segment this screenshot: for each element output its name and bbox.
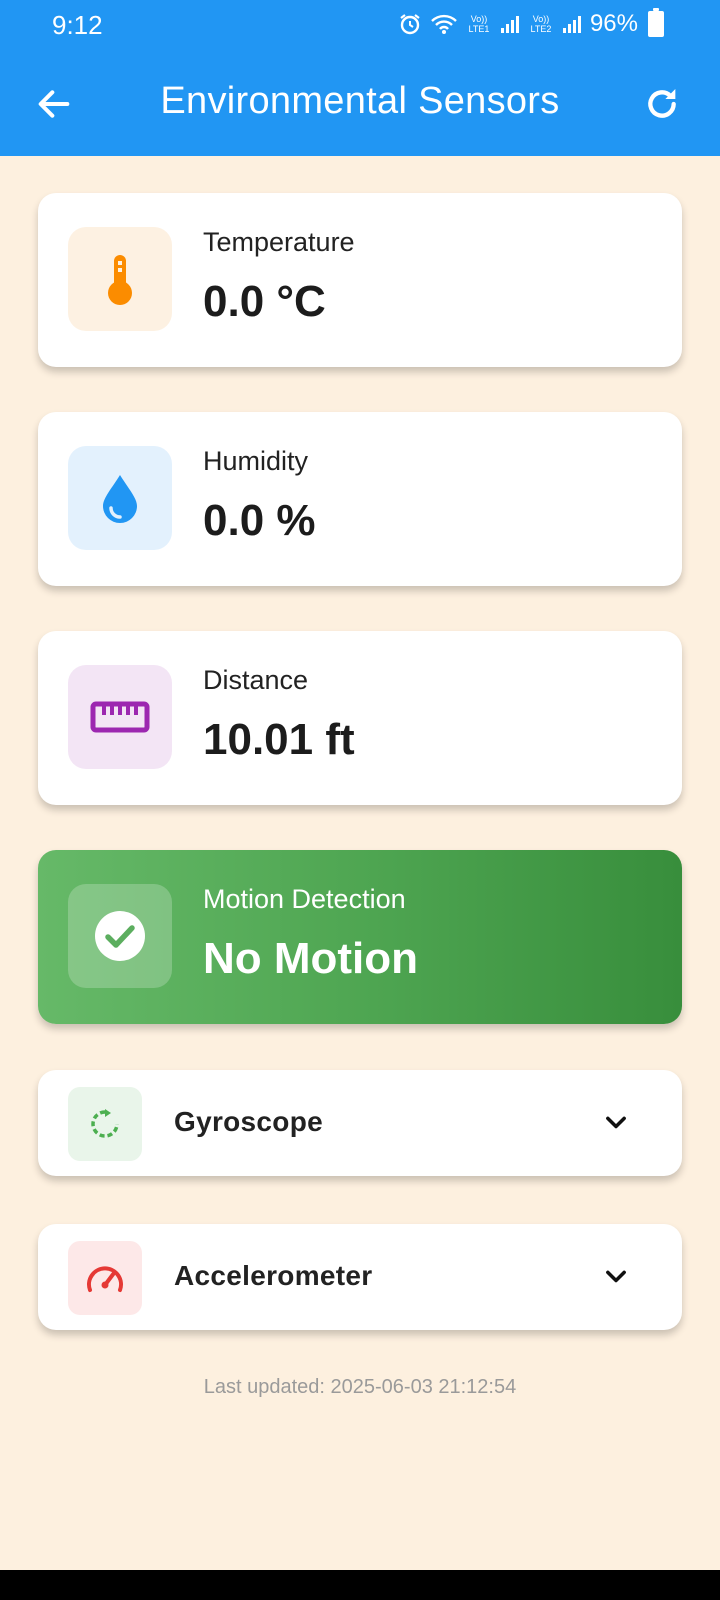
distance-value: 10.01 ft [203, 715, 355, 764]
motion-label: Motion Detection [203, 884, 406, 914]
wifi-icon [431, 14, 457, 34]
accelerometer-icon-tile [68, 1241, 142, 1315]
distance-icon-tile [68, 665, 172, 769]
humidity-value: 0.0 % [203, 496, 316, 545]
temperature-icon-tile [68, 227, 172, 331]
accelerometer-expander[interactable]: Accelerometer [38, 1224, 682, 1330]
chevron-down-icon[interactable] [602, 1109, 630, 1137]
temperature-label: Temperature [203, 227, 355, 257]
status-bar: 9:12 Vo)) LTE1 Vo)) LTE2 96% [0, 0, 720, 52]
motion-card: Motion Detection No Motion [38, 850, 682, 1024]
gyroscope-icon-tile [68, 1087, 142, 1161]
accelerometer-label: Accelerometer [174, 1260, 373, 1291]
rotate-icon [91, 1109, 119, 1138]
refresh-icon[interactable] [642, 84, 682, 124]
status-time: 9:12 [52, 10, 103, 40]
distance-card: Distance 10.01 ft [38, 631, 682, 805]
humidity-icon-tile [68, 446, 172, 550]
last-updated-text: Last updated: 2025-06-03 21:12:54 [203, 1376, 517, 1398]
ruler-icon [90, 701, 150, 733]
gyroscope-expander[interactable]: Gyroscope [38, 1070, 682, 1176]
battery-icon [648, 8, 664, 37]
alarm-icon [400, 14, 420, 35]
motion-icon-tile [68, 884, 172, 988]
gyroscope-label: Gyroscope [174, 1106, 323, 1137]
water-drop-icon [103, 475, 137, 523]
page-title: Environmental Sensors [160, 80, 560, 122]
check-circle-icon [95, 911, 145, 961]
sim1-label: Vo)) LTE1 [468, 14, 490, 34]
sim2-label: Vo)) LTE2 [530, 14, 552, 34]
top-bar: 9:12 Vo)) LTE1 Vo)) LTE2 96% Environment… [0, 0, 720, 156]
distance-label: Distance [203, 665, 309, 695]
status-icons: Vo)) LTE1 Vo)) LTE2 96% [398, 8, 664, 38]
humidity-card: Humidity 0.0 % [38, 412, 682, 586]
system-nav-bar [0, 1570, 720, 1600]
temperature-value: 0.0 °C [203, 277, 326, 326]
app-bar: Environmental Sensors [0, 52, 720, 156]
thermometer-icon [108, 255, 132, 305]
speedometer-icon [87, 1266, 123, 1292]
battery-percent: 96% [589, 10, 638, 37]
signal-icon [500, 16, 519, 33]
signal-icon [562, 16, 581, 33]
temperature-card: Temperature 0.0 °C [38, 193, 682, 367]
motion-value: No Motion [203, 934, 419, 983]
humidity-label: Humidity [203, 446, 309, 476]
chevron-down-icon[interactable] [602, 1263, 630, 1291]
